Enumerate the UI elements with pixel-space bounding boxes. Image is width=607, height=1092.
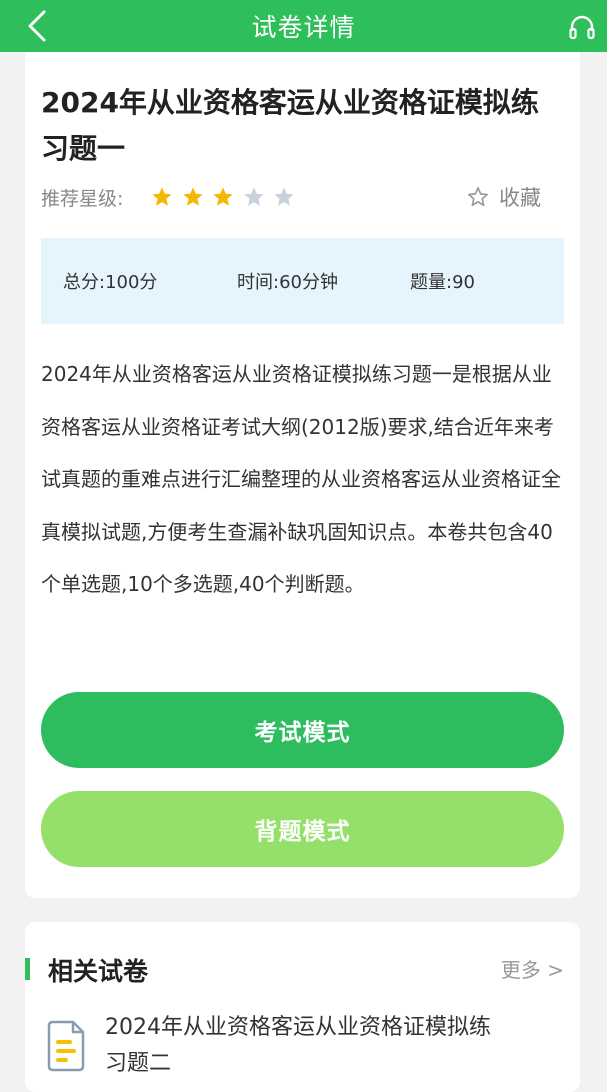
rating-label: 推荐星级: <box>41 187 124 210</box>
star-rating <box>151 186 304 208</box>
favorite-label: 收藏 <box>499 186 541 210</box>
document-icon <box>47 1020 85 1072</box>
app-header: 试卷详情 <box>0 0 607 52</box>
favorite-button[interactable]: 收藏 <box>467 180 541 214</box>
star-outline-icon <box>468 187 488 207</box>
rating-row: 推荐星级: 收藏 <box>41 180 561 214</box>
exam-time: 时间:60分钟 <box>237 272 338 293</box>
related-title: 相关试卷 <box>48 957 149 986</box>
study-mode-button[interactable]: 背题模式 <box>41 791 564 867</box>
star-filled-icon <box>152 187 172 206</box>
star-filled-icon <box>213 187 233 206</box>
back-button[interactable] <box>22 10 52 42</box>
headset-icon <box>569 15 595 40</box>
section-accent-bar <box>25 958 30 980</box>
related-paper-title[interactable]: 2024年从业资格客运从业资格证模拟练习题二 <box>105 1010 505 1082</box>
chevron-left-icon <box>28 10 46 42</box>
paper-description: 2024年从业资格客运从业资格证模拟练习题一是根据从业资格客运从业资格证考试大纲… <box>41 362 561 596</box>
star-empty-icon <box>274 187 294 206</box>
star-filled-icon <box>182 187 203 206</box>
headset-button[interactable] <box>567 12 597 42</box>
paper-detail-card: 2024年从业资格客运从业资格证模拟练习题一 推荐星级: 收藏 总分:100分 … <box>25 52 580 898</box>
total-score: 总分:100分 <box>63 272 158 293</box>
paper-title: 2024年从业资格客运从业资格证模拟练习题一 <box>41 86 539 165</box>
page-title: 试卷详情 <box>251 13 356 42</box>
exam-mode-button[interactable]: 考试模式 <box>41 692 564 768</box>
paper-info-box: 总分:100分 时间:60分钟 题量:90 <box>41 238 564 324</box>
question-count: 题量:90 <box>410 272 475 293</box>
star-empty-icon <box>243 187 264 206</box>
more-link[interactable]: 更多 > <box>501 954 564 983</box>
related-papers-section: 相关试卷 更多 > 2024年从业资格客运从业资格证模拟练习题二 <box>25 922 580 1092</box>
